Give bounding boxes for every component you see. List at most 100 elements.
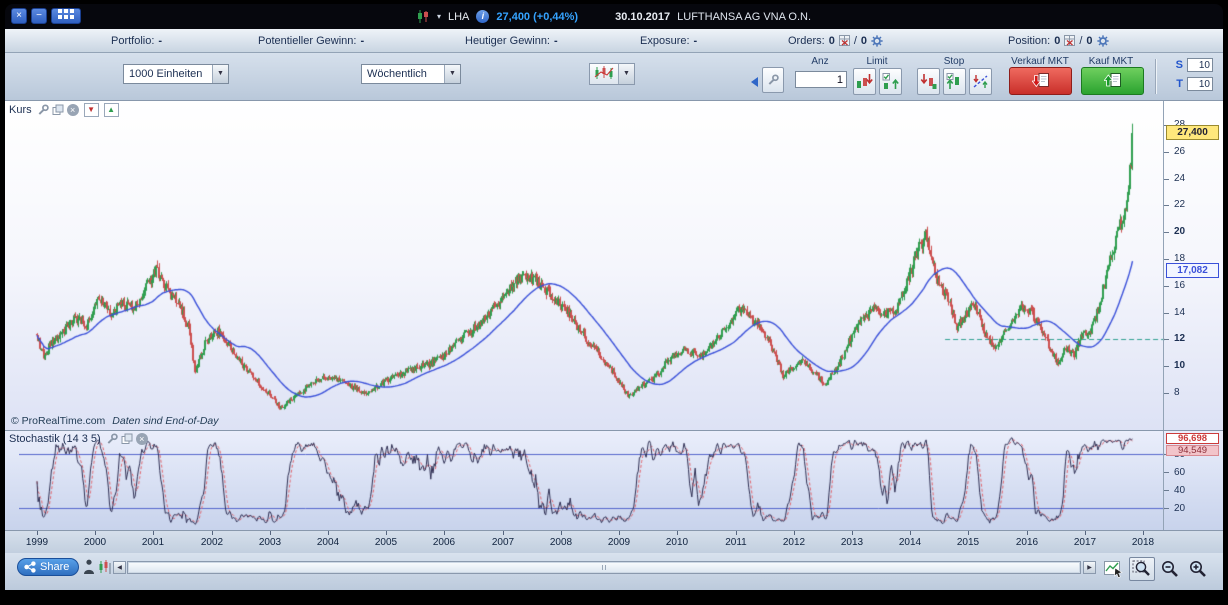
year-label: 2002 — [200, 537, 224, 548]
duplicate-panel-icon[interactable] — [52, 104, 64, 116]
scroll-left-button[interactable]: ◀ — [113, 561, 126, 574]
cancel-orders-icon[interactable] — [838, 35, 850, 46]
price-axis-label: 8 — [1174, 387, 1180, 398]
units-dropdown-arrow-icon[interactable]: ▼ — [212, 65, 228, 83]
instrument-dropdown-icon[interactable]: ▾ — [437, 12, 441, 21]
stochastic-canvas[interactable] — [19, 431, 1165, 531]
units-select[interactable]: 1000 Einheiten ▼ — [123, 64, 229, 84]
buy-market-button[interactable] — [1081, 67, 1144, 95]
buy-limit-button[interactable] — [879, 68, 902, 95]
timeframe-dropdown-arrow-icon[interactable]: ▼ — [444, 65, 460, 83]
portfolio-label: Portfolio: — [111, 34, 155, 47]
year-tick — [503, 531, 504, 535]
collapse-order-panel-icon[interactable] — [751, 77, 758, 87]
instrument-header: ▾ LHA i 27,400 (+0,44%) 30.10.2017 LUFTH… — [5, 4, 1223, 29]
exposure-field: Exposure: - — [640, 33, 697, 48]
bottom-toolbar: Share ◀ ▶ — [5, 553, 1223, 590]
year-label: 2006 — [432, 537, 456, 548]
chart-scrollbar[interactable] — [127, 561, 1081, 574]
price-axis-tick — [1164, 393, 1169, 394]
year-label: 2011 — [725, 537, 747, 548]
stoch-duplicate-panel-icon[interactable] — [121, 433, 133, 445]
time-axis[interactable]: 1999 2000 2001 2002 2003 2004 2005 2006 2007 2008… — [5, 531, 1223, 553]
price-axis-tick — [1164, 313, 1169, 314]
price-axis[interactable]: 27,400 17,082 282624222018161412108 — [1163, 101, 1223, 430]
position-field: Position: 0 / 0 — [1008, 33, 1109, 48]
panel-settings-wrench-icon[interactable] — [37, 104, 49, 116]
year-tick — [736, 531, 737, 535]
stochastic-axis-label: 40 — [1174, 485, 1186, 496]
scroll-right-button[interactable]: ▶ — [1083, 561, 1096, 574]
chart-style-dropdown-icon[interactable]: ▼ — [618, 64, 634, 84]
take-profit-input[interactable] — [1187, 77, 1213, 91]
stochastic-axis[interactable]: 96,698 94,549 80604020 — [1163, 431, 1223, 530]
sell-market-button[interactable] — [1009, 67, 1072, 95]
orders-label: Orders: — [788, 34, 825, 47]
price-axis-label: 16 — [1174, 280, 1186, 291]
todays-gain-label: Heutiger Gewinn: — [465, 34, 550, 47]
price-panel-title: Kurs — [9, 104, 32, 116]
close-position-icon[interactable] — [1064, 35, 1076, 46]
close-panel-icon[interactable]: × — [66, 104, 79, 116]
position-settings-gear-icon[interactable] — [1096, 34, 1109, 47]
price-axis-tick — [1164, 179, 1169, 180]
year-tick — [212, 531, 213, 535]
stoch-settings-wrench-icon[interactable] — [106, 433, 118, 445]
stop-loss-label: S — [1175, 59, 1183, 71]
wrench-icon — [768, 74, 779, 85]
share-button[interactable]: Share — [17, 558, 80, 576]
stochastic-k-value-box: 96,698 — [1166, 433, 1219, 444]
quantity-input[interactable] — [795, 71, 847, 88]
stochastic-axis-label: 20 — [1174, 503, 1186, 514]
stochastic-axis-tick — [1164, 490, 1169, 491]
user-icon[interactable] — [83, 559, 95, 580]
data-note-text: Daten sind End-of-Day — [112, 415, 219, 427]
sell-limit-button[interactable] — [853, 68, 876, 95]
year-tick — [270, 531, 271, 535]
year-tick — [852, 531, 853, 535]
stop-loss-input[interactable] — [1187, 58, 1213, 72]
quick-sell-icon[interactable]: ▼ — [83, 103, 99, 117]
potential-gain-field: Potentieller Gewinn: - — [258, 33, 364, 48]
orders-count: 0 — [828, 34, 835, 47]
year-label: 2001 — [141, 537, 165, 548]
price-chart-panel: Kurs × ▼ ▲ 27,400 17,082 282624222018161… — [5, 101, 1223, 431]
order-settings-wrench-button[interactable] — [762, 67, 784, 93]
instrument-symbol[interactable]: LHA — [448, 11, 469, 23]
title-bar: × − ▾ LHA i 27,400 (+0,44%) 30.10.2017 L… — [5, 4, 1223, 29]
potential-gain-value: - — [360, 34, 365, 47]
year-label: 2013 — [840, 537, 864, 548]
orders-settings-gear-icon[interactable] — [871, 34, 883, 47]
quote-date: 30.10.2017 — [615, 10, 671, 23]
year-label: 2004 — [316, 537, 340, 548]
price-chart-canvas[interactable] — [19, 101, 1165, 431]
quick-buy-icon[interactable]: ▲ — [103, 103, 119, 117]
scrollbar-thumb[interactable] — [129, 563, 1079, 572]
info-icon[interactable]: i — [476, 10, 490, 23]
year-tick — [677, 531, 678, 535]
price-axis-tick — [1164, 286, 1169, 287]
sell-stop-button[interactable] — [917, 68, 940, 95]
year-label: 2000 — [83, 537, 107, 548]
copyright-text: © ProRealTime.com — [11, 415, 106, 427]
trailing-stop-button[interactable] — [969, 68, 992, 95]
cursor-mode-icon[interactable] — [1101, 557, 1127, 581]
sell-market-label: Verkauf MKT — [1011, 56, 1069, 67]
stochastic-panel-header: Stochastik (14 3 5) × — [9, 433, 148, 445]
position-count: 0 — [1054, 34, 1061, 47]
chart-style-button[interactable]: ▼ — [589, 63, 635, 85]
orders-count2: 0 — [860, 34, 867, 47]
zoom-selection-icon[interactable] — [1129, 557, 1155, 581]
price-axis-label: 20 — [1174, 226, 1186, 237]
timeframe-select[interactable]: Wöchentlich ▼ — [361, 64, 461, 84]
candlestick-icon — [417, 10, 428, 23]
stoch-close-panel-icon[interactable]: × — [135, 433, 148, 445]
buy-stop-button[interactable] — [943, 68, 966, 95]
mini-candles-icon[interactable] — [98, 559, 112, 580]
title-change-percent: (+0,44%) — [533, 10, 579, 23]
instrument-name: LUFTHANSA AG VNA O.N. — [677, 10, 812, 23]
zoom-in-icon[interactable] — [1185, 557, 1211, 581]
zoom-out-icon[interactable] — [1157, 557, 1183, 581]
position-label: Position: — [1008, 34, 1051, 47]
trading-platform-window: × − ▾ LHA i 27,400 (+0,44%) 30.10.2017 L… — [0, 0, 1228, 605]
